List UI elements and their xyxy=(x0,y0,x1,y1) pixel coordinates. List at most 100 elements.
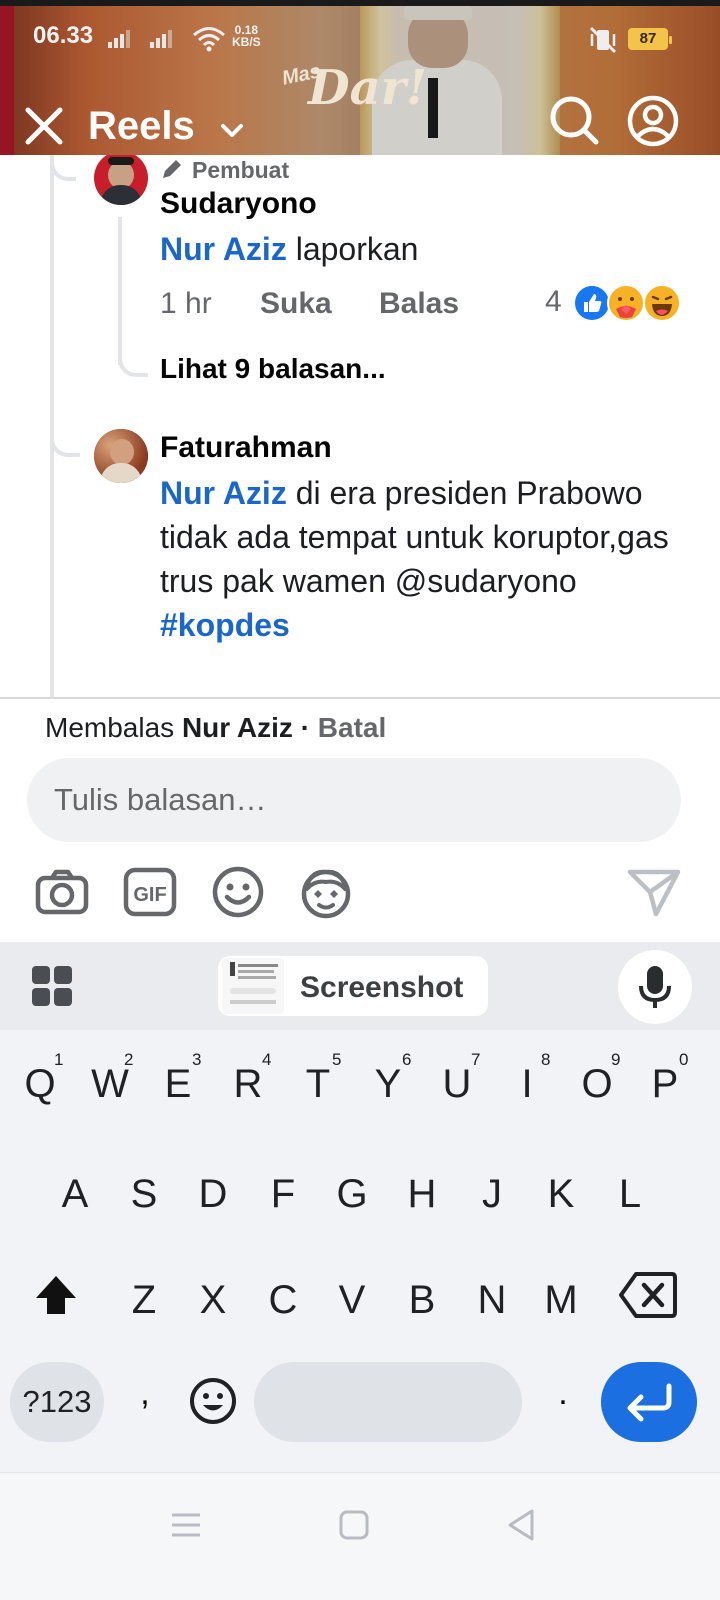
reply-thread-line xyxy=(118,217,122,365)
hashtag-link[interactable]: #kopdes xyxy=(160,607,290,643)
mention-link[interactable]: Nur Aziz xyxy=(160,231,287,267)
signal-icon-2 xyxy=(150,30,174,48)
key-hint: 7 xyxy=(471,1050,481,1069)
view-replies-link[interactable]: Lihat 9 balasan... xyxy=(160,353,386,385)
key-hint: 8 xyxy=(541,1050,551,1069)
comment-time: 1 hr xyxy=(160,287,212,320)
soft-keyboard[interactable]: Screenshot ?123 , . Q1W2E3R4T5Y 6 U 7 I … xyxy=(0,942,720,1472)
avatar-cap xyxy=(108,157,134,165)
cancel-reply-button[interactable]: Batal xyxy=(318,712,386,743)
key-x[interactable]: X xyxy=(183,1278,243,1323)
reply-input[interactable] xyxy=(27,758,681,842)
reaction-count[interactable]: 4 xyxy=(545,285,562,319)
key-a[interactable]: A xyxy=(45,1172,105,1217)
keyboard-emoji-icon[interactable] xyxy=(188,1376,238,1426)
comment-text: laporkan xyxy=(286,231,419,267)
like-button[interactable]: Suka xyxy=(260,287,332,321)
battery-indicator: 87 xyxy=(628,28,672,50)
key-l[interactable]: L xyxy=(600,1172,660,1217)
key-z[interactable]: Z xyxy=(114,1278,174,1323)
comment-author[interactable]: Faturahman xyxy=(160,431,332,465)
enter-arrow-icon xyxy=(627,1383,672,1422)
search-icon[interactable] xyxy=(548,94,600,146)
enter-key[interactable] xyxy=(601,1362,697,1442)
key-f[interactable]: F xyxy=(253,1172,313,1217)
comma-key[interactable]: , xyxy=(130,1374,160,1413)
reply-prefix: Membalas xyxy=(45,712,182,743)
gif-icon[interactable]: GIF xyxy=(122,864,178,920)
voice-input-button[interactable] xyxy=(618,950,692,1024)
network-speed: 0.18 KB/S xyxy=(232,24,261,48)
key-j[interactable]: J xyxy=(462,1172,522,1217)
emoji-icon[interactable] xyxy=(210,864,266,920)
key-hint: 0 xyxy=(679,1050,689,1069)
reels-title[interactable]: Reels xyxy=(88,104,195,149)
reply-status: Membalas Nur Aziz · Batal xyxy=(45,712,386,744)
comment-list[interactable]: Pembuat Sudaryono Nur Aziz laporkan 1 hr… xyxy=(0,155,720,698)
key-s[interactable]: S xyxy=(114,1172,174,1217)
clipboard-label: Screenshot xyxy=(300,971,464,1004)
key-h[interactable]: H xyxy=(392,1172,452,1217)
send-icon[interactable] xyxy=(626,864,682,920)
key-m[interactable]: M xyxy=(531,1278,591,1323)
reply-target: Nur Aziz xyxy=(181,712,293,743)
camera-icon[interactable] xyxy=(34,864,90,920)
wifi-icon xyxy=(193,27,225,52)
comment-body: Nur Aziz laporkan xyxy=(160,227,680,271)
divider xyxy=(0,697,720,699)
comment-author[interactable]: Sudaryono xyxy=(160,187,317,221)
avatar[interactable] xyxy=(94,429,148,483)
profile-icon[interactable] xyxy=(626,94,680,148)
svg-text:GIF: GIF xyxy=(133,884,166,906)
avatar-suit xyxy=(100,185,142,205)
avatar[interactable] xyxy=(94,155,148,205)
vibrate-mute-icon xyxy=(589,26,617,54)
apps-grid-icon[interactable] xyxy=(30,964,74,1008)
clipboard-suggestion[interactable]: Screenshot xyxy=(218,956,488,1016)
watermark-large: Dar! xyxy=(308,60,428,116)
symbols-key[interactable]: ?123 xyxy=(10,1362,104,1442)
key-hint: 2 xyxy=(124,1050,134,1069)
back-icon[interactable] xyxy=(502,1505,542,1545)
thread-connector-2 xyxy=(50,425,80,457)
key-d[interactable]: D xyxy=(183,1172,243,1217)
reply-thread-connector xyxy=(118,345,148,377)
space-key[interactable] xyxy=(254,1362,522,1442)
avatar-face xyxy=(110,439,134,465)
period-key[interactable]: . xyxy=(548,1374,578,1413)
key-k[interactable]: K xyxy=(531,1172,591,1217)
key-hint: 6 xyxy=(402,1050,412,1069)
key-hint: 4 xyxy=(262,1050,272,1069)
close-icon[interactable] xyxy=(22,104,66,148)
microphone-icon xyxy=(639,966,671,1008)
mention-link[interactable]: Nur Aziz xyxy=(160,475,287,511)
shift-key[interactable] xyxy=(32,1272,80,1320)
key-hint: 5 xyxy=(332,1050,342,1069)
key-c[interactable]: C xyxy=(253,1278,313,1323)
comment-body: Nur Aziz di era presiden Prabowo tidak a… xyxy=(160,471,680,647)
reels-video-header: 06.33 0.18 KB/S 87 Mas Dar! Reels xyxy=(0,0,720,155)
key-g[interactable]: G xyxy=(322,1172,382,1217)
signal-icon xyxy=(108,30,132,48)
system-navigation-bar xyxy=(0,1472,720,1600)
top-edge xyxy=(0,0,720,6)
key-b[interactable]: B xyxy=(392,1278,452,1323)
clipboard-thumbnail xyxy=(222,958,284,1014)
backspace-key[interactable] xyxy=(618,1270,678,1320)
care-icon[interactable] xyxy=(606,283,646,323)
keyboard-toolbar: Screenshot xyxy=(0,942,720,1030)
key-hint: 3 xyxy=(192,1050,202,1069)
video-watermark: Mas Dar! xyxy=(280,60,442,120)
key-hint: 9 xyxy=(611,1050,621,1069)
menu-icon[interactable] xyxy=(166,1505,206,1545)
key-n[interactable]: N xyxy=(462,1278,522,1323)
home-icon[interactable] xyxy=(334,1505,374,1545)
chevron-down-icon[interactable] xyxy=(218,116,246,144)
network-speed-unit: KB/S xyxy=(232,35,261,49)
reply-button[interactable]: Balas xyxy=(379,287,459,321)
author-badge: Pembuat xyxy=(192,157,290,183)
key-v[interactable]: V xyxy=(322,1278,382,1323)
avatar-sticker-icon[interactable] xyxy=(298,864,354,920)
pencil-icon xyxy=(163,160,181,178)
haha-icon[interactable] xyxy=(642,283,682,323)
